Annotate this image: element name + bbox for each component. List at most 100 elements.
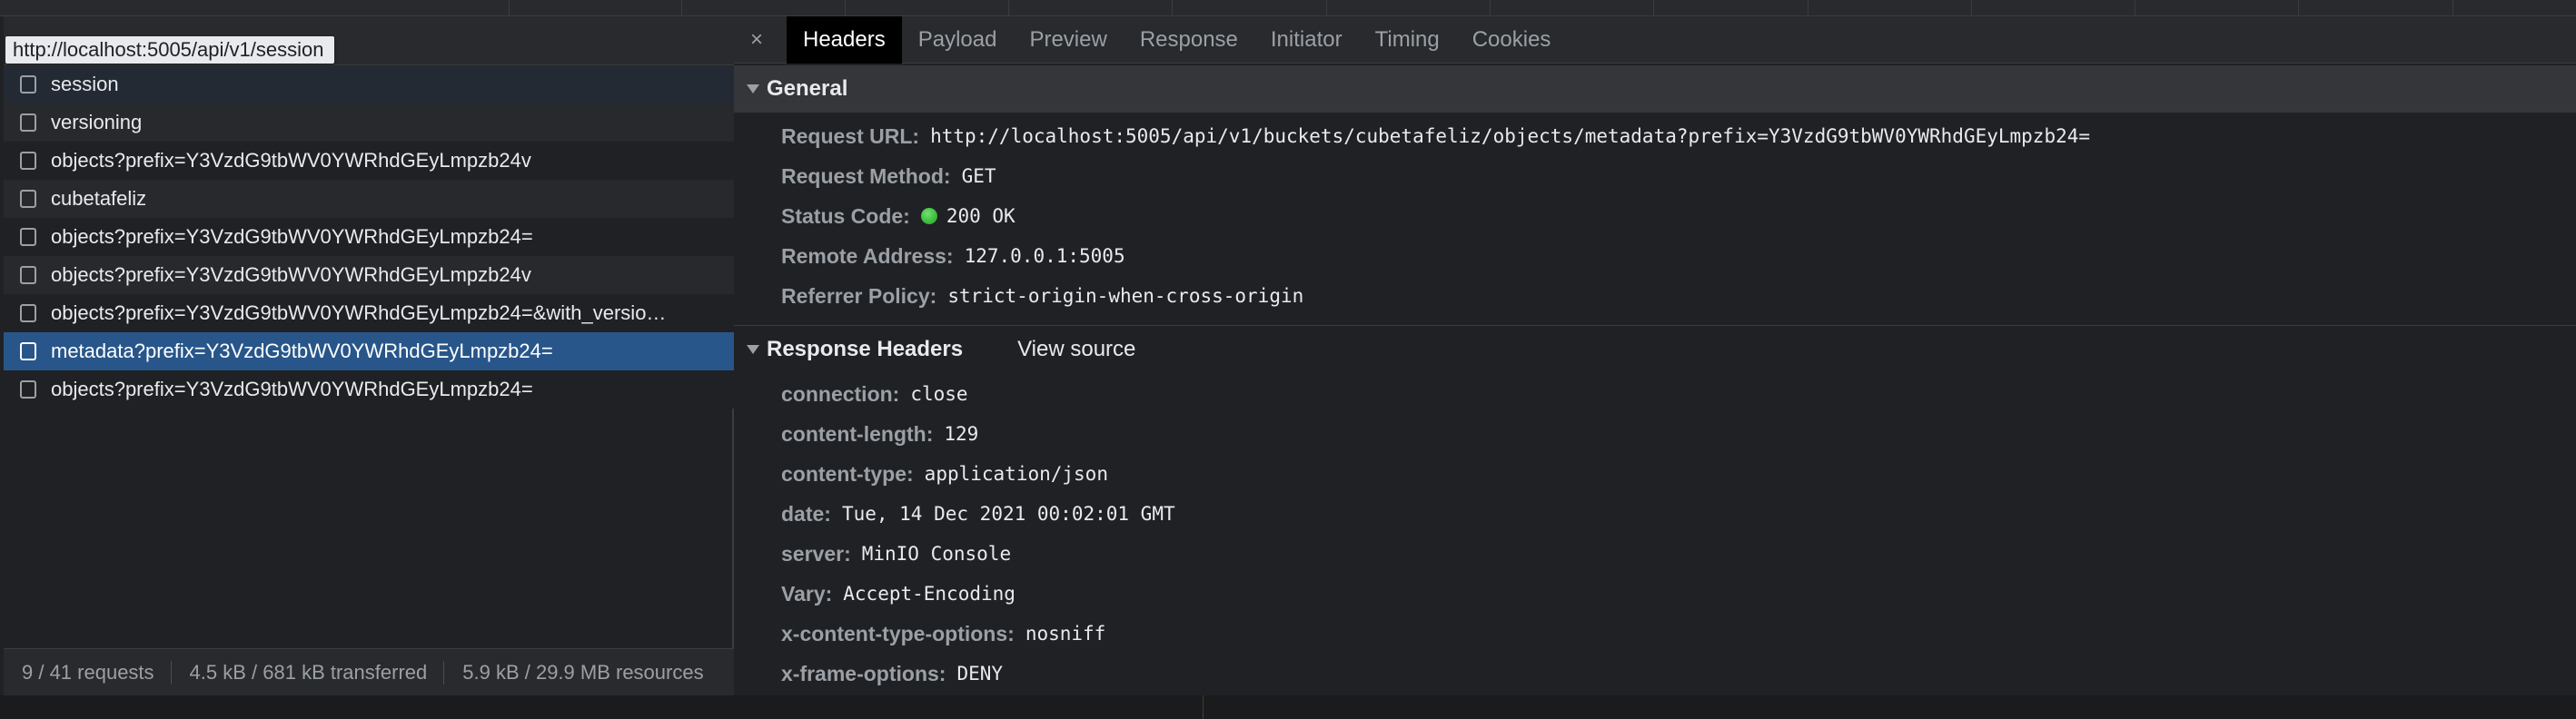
general-section-header[interactable]: General [734, 65, 2576, 113]
referrer-policy-label: Referrer Policy: [781, 283, 937, 308]
remote-address-value: 127.0.0.1:5005 [964, 245, 1125, 267]
request-method-value: GET [961, 165, 996, 187]
request-row[interactable]: session [4, 65, 734, 103]
timeline-gridline [845, 0, 846, 16]
tab-cookies[interactable]: Cookies [1456, 16, 1568, 64]
response-header-row: content-type: application/json [781, 456, 1108, 492]
row-checkbox-icon[interactable] [20, 228, 36, 246]
header-key: content-length: [781, 421, 934, 446]
response-header-row: connection: close [781, 376, 968, 412]
row-checkbox-icon[interactable] [20, 75, 36, 94]
header-value: close [910, 383, 968, 405]
request-row[interactable]: objects?prefix=Y3VzdG9tbWV0YWRhdGEyLmpzb… [4, 256, 734, 294]
network-timeline-overview[interactable] [0, 0, 2576, 16]
remote-address-label: Remote Address: [781, 243, 954, 268]
triangle-down-icon [747, 344, 759, 354]
details-tabbar: × Headers Payload Preview Response Initi… [734, 15, 2576, 64]
header-key: x-content-type-options: [781, 621, 1015, 645]
request-row-selected[interactable]: metadata?prefix=Y3VzdG9tbWV0YWRhdGEyLmpz… [4, 332, 734, 370]
timeline-gridline [1971, 0, 1972, 16]
request-name: objects?prefix=Y3VzdG9tbWV0YWRhdGEyLmpzb… [51, 378, 533, 400]
timeline-gridline [1326, 0, 1327, 16]
transferred-size: 4.5 kB / 681 kB transferred [189, 660, 428, 684]
header-key: connection: [781, 381, 900, 406]
tab-response[interactable]: Response [1124, 16, 1254, 64]
row-checkbox-icon[interactable] [20, 113, 36, 132]
request-name: objects?prefix=Y3VzdG9tbWV0YWRhdGEyLmpzb… [51, 149, 531, 172]
view-source-link[interactable]: View source [1017, 337, 1135, 362]
request-name: session [51, 73, 119, 95]
timeline-gridline [509, 0, 510, 16]
request-url-row: Request URL: http://localhost:5005/api/v… [781, 118, 2090, 154]
triangle-down-icon [747, 84, 759, 94]
header-key: Vary: [781, 581, 833, 606]
tab-timing[interactable]: Timing [1359, 16, 1456, 64]
request-name: cubetafeliz [51, 187, 147, 210]
request-method-label: Request Method: [781, 163, 951, 188]
tab-initiator[interactable]: Initiator [1254, 16, 1359, 64]
general-title: General [767, 76, 848, 101]
timeline-gridline [1490, 0, 1491, 16]
header-value: DENY [956, 663, 1004, 685]
row-checkbox-icon[interactable] [20, 304, 36, 322]
row-checkbox-icon[interactable] [20, 380, 36, 399]
header-value: Accept-Encoding [843, 583, 1016, 605]
header-value: 129 [944, 423, 979, 445]
header-key: content-type: [781, 461, 914, 486]
url-tooltip: http://localhost:5005/api/v1/session [5, 36, 335, 64]
request-name: metadata?prefix=Y3VzdG9tbWV0YWRhdGEyLmpz… [51, 340, 553, 362]
header-value: application/json [924, 463, 1108, 485]
header-value: Tue, 14 Dec 2021 00:02:01 GMT [841, 503, 1175, 525]
timeline-gridline [1008, 0, 1009, 16]
request-row[interactable]: objects?prefix=Y3VzdG9tbWV0YWRhdGEyLmpzb… [4, 370, 734, 409]
header-key: server: [781, 541, 851, 566]
referrer-policy-value: strict-origin-when-cross-origin [947, 285, 1304, 307]
network-status-bar: 9 / 41 requests 4.5 kB / 681 kB transfer… [4, 648, 734, 695]
header-key: x-frame-options: [781, 661, 946, 685]
request-name: objects?prefix=Y3VzdG9tbWV0YWRhdGEyLmpzb… [51, 301, 667, 324]
request-row[interactable]: objects?prefix=Y3VzdG9tbWV0YWRhdGEyLmpzb… [4, 294, 734, 332]
status-code-label: Status Code: [781, 203, 910, 228]
response-headers-section-header[interactable]: Response Headers View source [734, 325, 2576, 372]
header-value: nosniff [1025, 623, 1106, 645]
request-name: objects?prefix=Y3VzdG9tbWV0YWRhdGEyLmpzb… [51, 225, 533, 248]
remote-address-row: Remote Address: 127.0.0.1:5005 [781, 238, 1125, 274]
response-header-row: x-content-type-options: nosniff [781, 616, 1105, 652]
request-list-pane: http://localhost:5005/api/v1/session ses… [4, 16, 734, 695]
request-row[interactable]: cubetafeliz [4, 180, 734, 218]
request-method-row: Request Method: GET [781, 158, 996, 194]
request-name: objects?prefix=Y3VzdG9tbWV0YWRhdGEyLmpzb… [51, 263, 531, 286]
request-url-value: http://localhost:5005/api/v1/buckets/cub… [930, 125, 2091, 147]
row-checkbox-icon[interactable] [20, 190, 36, 208]
timeline-gridline [2298, 0, 2299, 16]
tab-payload[interactable]: Payload [902, 16, 1014, 64]
response-header-row: content-length: 129 [781, 416, 978, 452]
request-name: versioning [51, 111, 143, 133]
status-code-row: Status Code: 200 OK [781, 198, 1016, 234]
request-url-label: Request URL: [781, 123, 920, 148]
request-list: session versioning objects?prefix=Y3VzdG… [4, 65, 734, 409]
response-header-row: server: MinIO Console [781, 536, 1011, 572]
tab-headers[interactable]: Headers [787, 15, 902, 64]
referrer-policy-row: Referrer Policy: strict-origin-when-cros… [781, 278, 1303, 314]
close-icon[interactable]: × [734, 27, 779, 53]
row-checkbox-icon[interactable] [20, 152, 36, 170]
header-value: MinIO Console [861, 543, 1012, 565]
tab-preview[interactable]: Preview [1013, 16, 1123, 64]
status-code-value: 200 OK [946, 205, 1016, 227]
request-row[interactable]: objects?prefix=Y3VzdG9tbWV0YWRhdGEyLmpzb… [4, 142, 734, 180]
timeline-gridline [2452, 0, 2453, 16]
timeline-gridline [1653, 0, 1654, 16]
response-headers-title: Response Headers [767, 336, 964, 361]
resources-size: 5.9 kB / 29.9 MB resources [462, 660, 704, 684]
response-header-row: date: Tue, 14 Dec 2021 00:02:01 GMT [781, 496, 1175, 532]
header-key: date: [781, 501, 831, 526]
request-row[interactable]: versioning [4, 103, 734, 142]
timeline-gridline [681, 0, 682, 16]
row-checkbox-icon[interactable] [20, 266, 36, 284]
request-row[interactable]: objects?prefix=Y3VzdG9tbWV0YWRhdGEyLmpzb… [4, 218, 734, 256]
row-checkbox-icon[interactable] [20, 342, 36, 360]
request-details-pane: × Headers Payload Preview Response Initi… [734, 15, 2576, 695]
strip-divider [1203, 695, 1204, 719]
response-header-row: Vary: Accept-Encoding [781, 576, 1016, 612]
